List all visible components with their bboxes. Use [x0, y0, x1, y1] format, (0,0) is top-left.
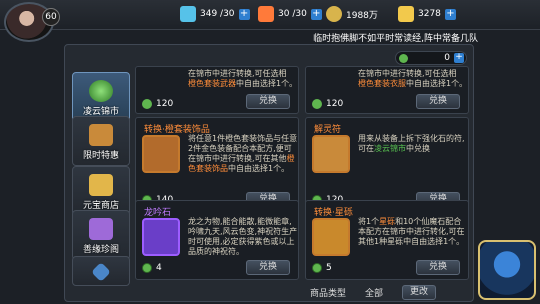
tab-label: 善缘珍阁 [82, 245, 119, 255]
card-desc-highlight: 橙色套装武器 [188, 79, 236, 88]
item-name: 龙吟石 [144, 208, 172, 218]
filter-label: 商品类型 [310, 288, 347, 299]
scroll-icon [89, 124, 113, 146]
talisman-icon[interactable] [312, 135, 350, 173]
currency-value: 0 [444, 53, 450, 63]
card-desc: 将任意1件橙色套装饰品与任意2件金色装备配合本配方,便可在锦市中进行转换,可在其… [188, 134, 298, 163]
card-desc: 中自由选择1个。 [228, 164, 290, 173]
jade-coin-icon [399, 54, 408, 63]
list-item: 龙吟石 龙之为物,能合能散,能微能章,吟啸九天,风云色变,神祝符生产时可使用,必… [135, 200, 299, 280]
accessory-icon[interactable] [142, 135, 180, 173]
list-item: 转换·星砾 将1个星砾和10个仙魔石配合本配方在锦市中进行转化,可在其他1种星砾… [305, 200, 469, 280]
energy-resource: 30 /30 + [258, 6, 322, 22]
stamina-resource: 349 /30 + [180, 6, 250, 22]
gold-pot-icon [89, 174, 113, 196]
jade-coin-icon [142, 263, 152, 273]
player-level: 60 [42, 8, 60, 26]
currency-bar: 0 + [395, 51, 467, 65]
card-desc: 龙之为物,能合能散,能微能章,吟啸九天,风云色变,神祝符生产时可使用,必定获得紫… [188, 217, 298, 256]
gold-add-button[interactable]: + [444, 8, 456, 20]
jade-coin-icon [312, 263, 322, 273]
card-desc: 中兑换 [406, 144, 430, 153]
gem-icon [91, 262, 111, 282]
stamina-icon [180, 6, 196, 22]
card-desc: 在锦市中进行转换,可任选相 [188, 69, 287, 78]
copper-resource: 1988万 [326, 6, 378, 22]
energy-icon [258, 6, 274, 22]
card-desc: 中自由选择1个。 [236, 79, 298, 88]
jade-coin-icon [312, 99, 322, 109]
tab-ingot-shop[interactable]: 元宝商店 [72, 166, 130, 216]
star-gravel-icon[interactable] [312, 218, 350, 256]
gold-ingot-icon [398, 6, 414, 22]
tab-label: 限时特惠 [82, 151, 119, 161]
stamina-add-button[interactable]: + [238, 8, 250, 20]
dragon-stone-icon[interactable] [142, 218, 180, 256]
list-item: 解灵符 用来从装备上拆下强化石的符,可在凌云锦市中兑换 120 兑换 [305, 117, 469, 212]
card-desc-highlight: 星砾 [379, 217, 396, 226]
card-desc: 将1个 [358, 217, 380, 226]
jade-coin-icon [142, 99, 152, 109]
tab-limited-offer[interactable]: 限时特惠 [72, 116, 130, 166]
exchange-button[interactable]: 兑换 [416, 260, 460, 275]
energy-add-button[interactable]: + [310, 8, 322, 20]
stamina-value: 349 /30 [200, 9, 235, 19]
gold-value: 3278 [418, 9, 441, 19]
filter-value: 全部 [365, 288, 384, 299]
cost-value: 120 [326, 99, 344, 109]
tab-lingyun-market[interactable]: 凌云锦市 [72, 72, 130, 122]
energy-value: 30 /30 [278, 9, 307, 19]
treasure-icon [89, 218, 113, 240]
copper-coin-icon [326, 6, 342, 22]
exchange-button[interactable]: 兑换 [246, 260, 290, 275]
copper-value: 1988万 [346, 10, 378, 21]
tab-treasure-pavilion[interactable]: 善缘珍阁 [72, 210, 130, 260]
exchange-button[interactable]: 兑换 [416, 94, 460, 109]
gold-resource: 3278 + [398, 6, 456, 22]
list-item: 在锦市中进行转换,可任选相 橙色套装衣服中自由选择1个。 120 兑换 [305, 66, 469, 114]
card-desc: 中自由选择1个。 [406, 79, 468, 88]
cost-value: 4 [156, 263, 162, 273]
card-desc-highlight: 凌云锦市 [374, 144, 406, 153]
game-logo [478, 240, 536, 300]
card-desc-highlight: 橙色套装衣服 [358, 79, 406, 88]
cost-value: 120 [156, 99, 174, 109]
tab-more[interactable] [72, 256, 130, 286]
change-filter-button[interactable]: 更改 [402, 284, 437, 300]
jade-coin-icon [89, 80, 113, 102]
exchange-button[interactable]: 兑换 [246, 94, 290, 109]
item-name: 转换·星砾 [314, 208, 353, 218]
currency-add-button[interactable]: + [454, 53, 464, 63]
filter-bar: 商品类型 全部 更改 [310, 283, 470, 301]
cost-value: 5 [326, 263, 332, 273]
list-item: 转换·橙套装饰品 将任意1件橙色套装饰品与任意2件金色装备配合本配方,便可在锦市… [135, 117, 299, 212]
item-name: 解灵符 [314, 125, 342, 135]
scrolling-tip: 临时抱佛脚不如平时常读经,阵中常备几队 [313, 34, 478, 44]
list-item: 在锦市中进行转换,可任选相 橙色套装武器中自由选择1个。 120 兑换 [135, 66, 299, 114]
card-desc: 在锦市中进行转换,可任选相 [358, 69, 457, 78]
